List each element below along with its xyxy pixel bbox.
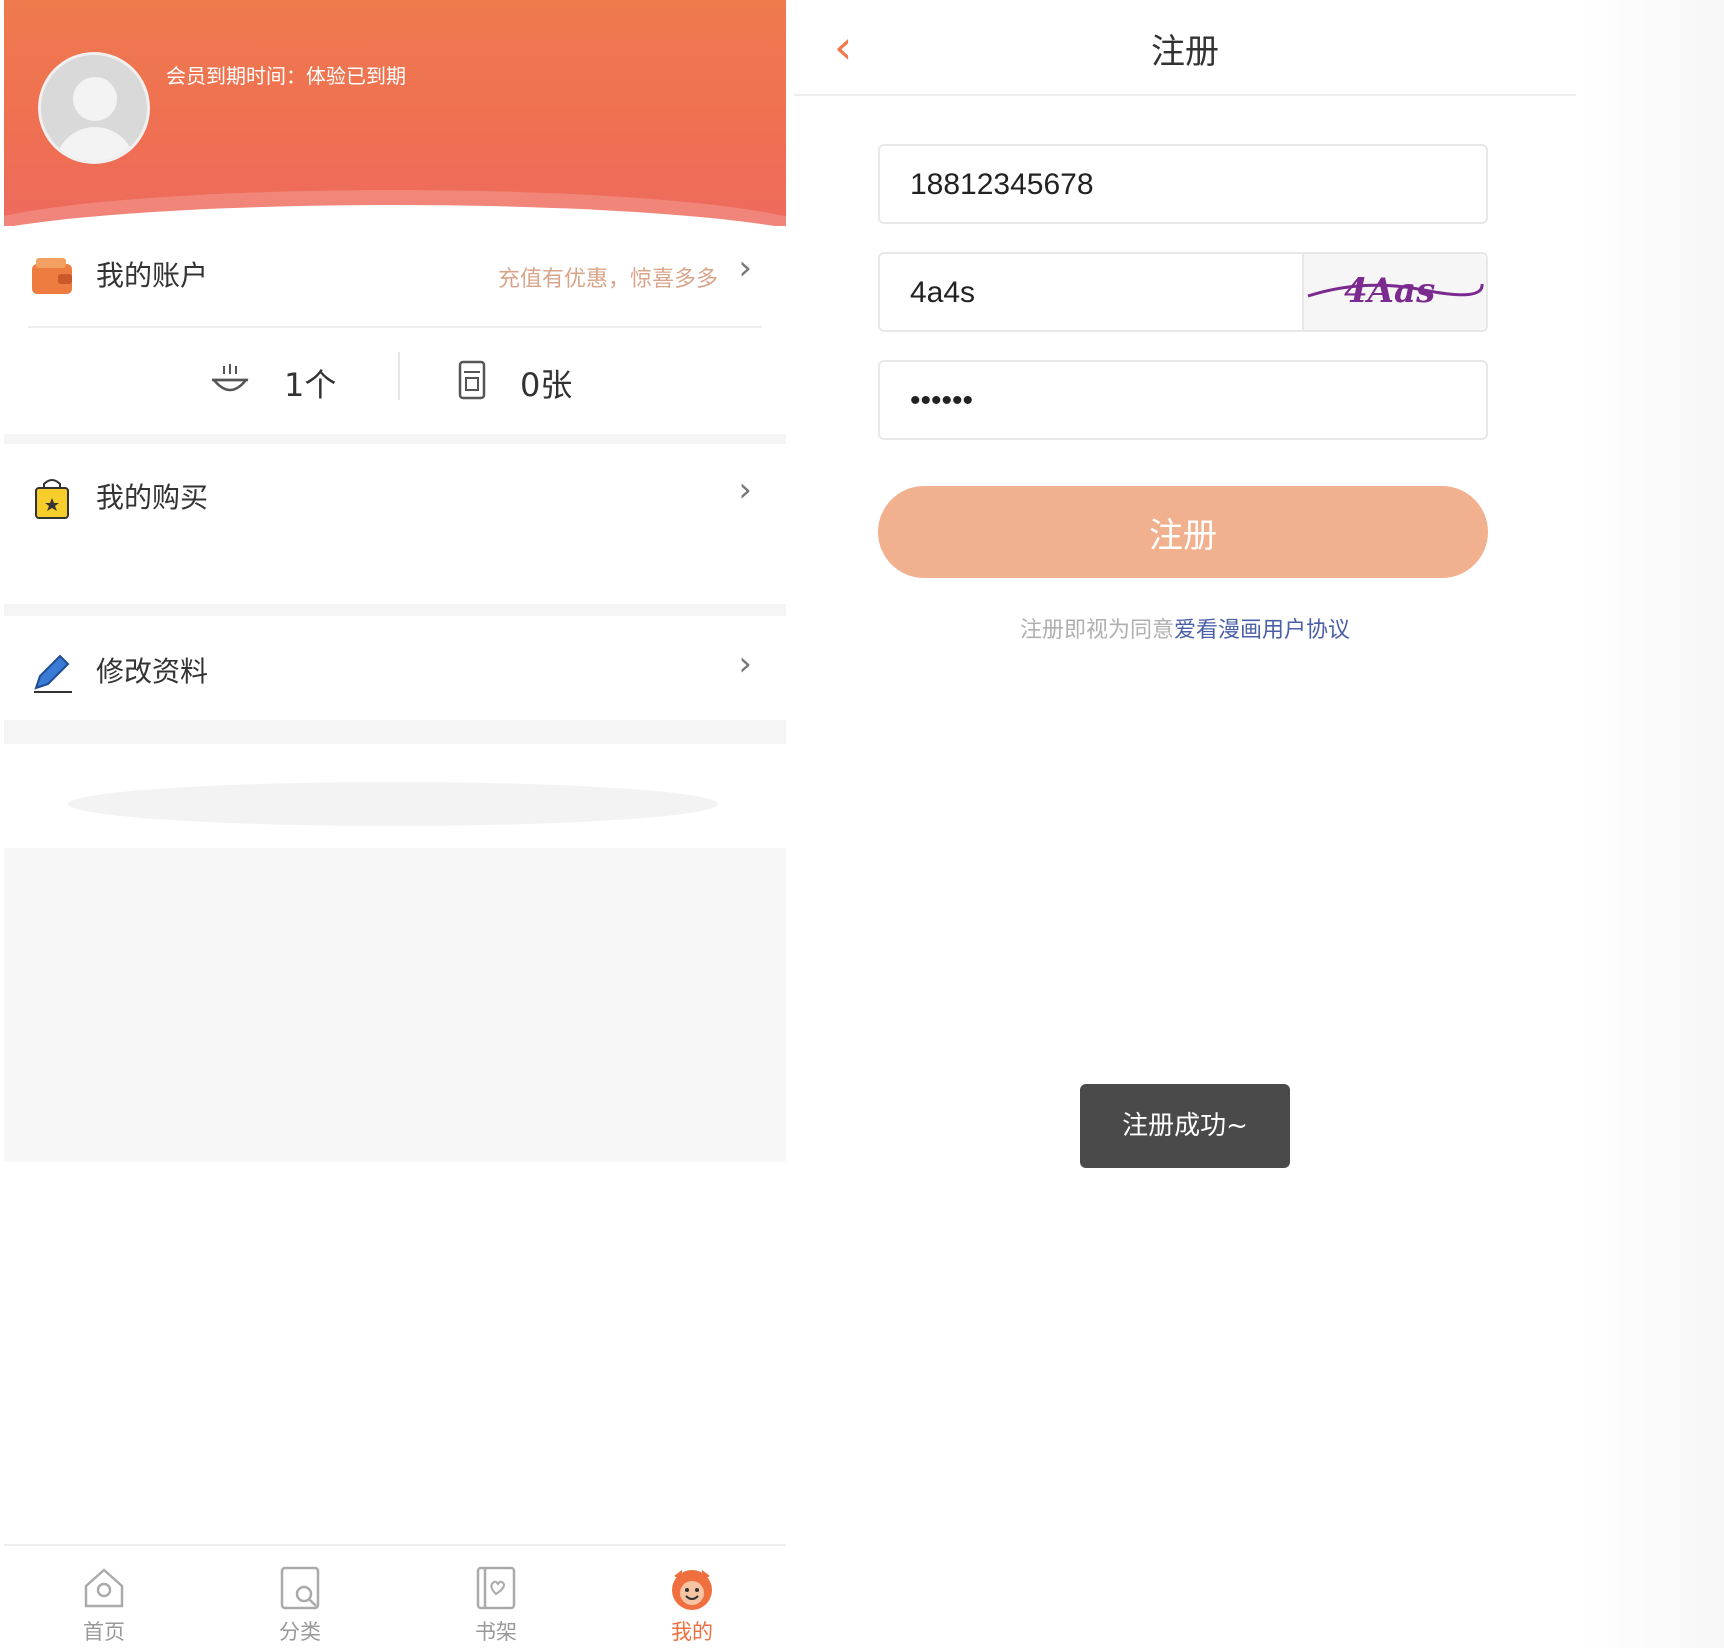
mascot-icon [672,1570,712,1610]
register-page: ‹ 注册 4Aas 注册 注册即视为同意爱看漫画用户协议 注册成功~ [794,0,1724,1648]
password-input[interactable] [908,362,1292,440]
bookshelf-icon [476,1566,516,1610]
page-title: 注册 [1151,32,1219,72]
profile-header: 会员到期时间：体验已到期 [4,0,786,226]
chevron-right-icon: › [738,248,752,288]
nav-bookshelf[interactable]: 书架 [436,1564,556,1646]
section-gap [4,434,786,444]
recharge-hint: 充值有优惠，惊喜多多 [497,267,718,292]
category-icon [280,1566,320,1610]
avatar[interactable] [38,52,150,164]
captcha-graphic: 4Aas [1307,271,1484,311]
bottom-nav: 首页 分类 书架 我的 [4,1544,786,1650]
section-gap [4,720,786,744]
success-toast: 注册成功~ [1080,1084,1290,1168]
ticket-icon[interactable] [452,360,492,400]
home-icon [84,1568,124,1608]
stats-row: 1个 0张 [4,330,786,434]
captcha-input[interactable] [908,254,1232,332]
nav-home[interactable]: 首页 [44,1564,164,1646]
shopping-bag-icon [35,479,69,519]
phone-input[interactable] [908,146,1292,224]
captcha-field: 4Aas [878,252,1488,332]
bowl-icon[interactable] [210,360,250,400]
wallet-icon [32,258,72,294]
nav-mine-label: 我的 [671,1620,713,1644]
section-gap [4,604,786,616]
captcha-image-text: 4Aas [1344,271,1435,311]
blurred-banner [68,782,718,826]
user-agreement-link[interactable]: 爱看漫画用户协议 [1174,618,1350,643]
phone-field [878,144,1488,224]
register-button[interactable]: 注册 [878,486,1488,578]
top-bar: ‹ 注册 [794,0,1576,96]
stat-divider [398,352,400,400]
password-field [878,360,1488,440]
my-account-row[interactable]: 我的账户 充值有优惠，惊喜多多 › [4,226,786,326]
chevron-right-icon: › [738,644,752,684]
edge-fade [1576,0,1724,1648]
my-account-label: 我的账户 [96,259,209,292]
avatar-body [55,127,135,161]
nav-mine[interactable]: 我的 [632,1564,752,1646]
divider [28,326,762,328]
agreement-prefix: 注册即视为同意 [1019,618,1174,643]
pencil-icon [34,654,72,693]
edit-profile-label: 修改资料 [96,655,209,688]
nav-category[interactable]: 分类 [240,1564,360,1646]
my-purchase-label: 我的购买 [96,481,209,514]
my-purchase-row[interactable]: 我的购买 › [4,444,786,604]
ticket-count: 0张 [520,366,573,404]
profile-page: 会员到期时间：体验已到期 我的账户 充值有优惠，惊喜多多 › 1个 0张 我的购… [4,0,786,1650]
nav-home-label: 首页 [83,1620,125,1644]
chevron-right-icon: › [738,470,752,510]
nav-category-label: 分类 [279,1620,321,1644]
empty-area [4,848,786,1162]
agreement-text: 注册即视为同意爱看漫画用户协议 [794,612,1576,644]
captcha-image[interactable]: 4Aas [1302,254,1486,330]
avatar-head [73,77,117,121]
coin-count: 1个 [284,366,337,404]
nav-bookshelf-label: 书架 [475,1620,517,1644]
member-expiry-text: 会员到期时间：体验已到期 [166,64,406,88]
edit-profile-row[interactable]: 修改资料 › [4,616,786,720]
